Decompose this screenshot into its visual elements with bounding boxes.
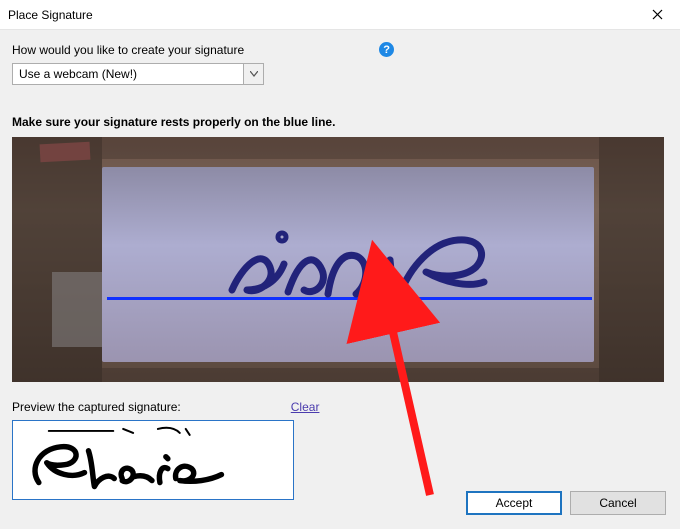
create-method-value: Use a webcam (New!)	[13, 64, 243, 84]
crop-mask	[12, 137, 102, 382]
crop-mask	[102, 368, 599, 382]
clear-link[interactable]: Clear	[291, 400, 320, 414]
chevron-down-icon	[243, 64, 263, 84]
window-title: Place Signature	[8, 8, 642, 22]
create-method-select[interactable]: Use a webcam (New!)	[12, 63, 264, 85]
instruction-text: Make sure your signature rests properly …	[12, 115, 668, 129]
cancel-button[interactable]: Cancel	[570, 491, 666, 515]
preview-label: Preview the captured signature:	[12, 400, 181, 414]
close-button[interactable]	[642, 0, 672, 30]
help-icon[interactable]: ?	[379, 42, 394, 57]
create-method-label: How would you like to create your signat…	[12, 43, 244, 57]
signature-preview-image	[19, 423, 287, 498]
webcam-capture-area	[12, 137, 664, 382]
signature-preview	[12, 420, 294, 500]
accept-button[interactable]: Accept	[466, 491, 562, 515]
captured-signature-raw	[222, 212, 492, 317]
title-bar: Place Signature	[0, 0, 680, 30]
crop-mask	[102, 137, 599, 159]
crop-mask	[599, 137, 664, 382]
